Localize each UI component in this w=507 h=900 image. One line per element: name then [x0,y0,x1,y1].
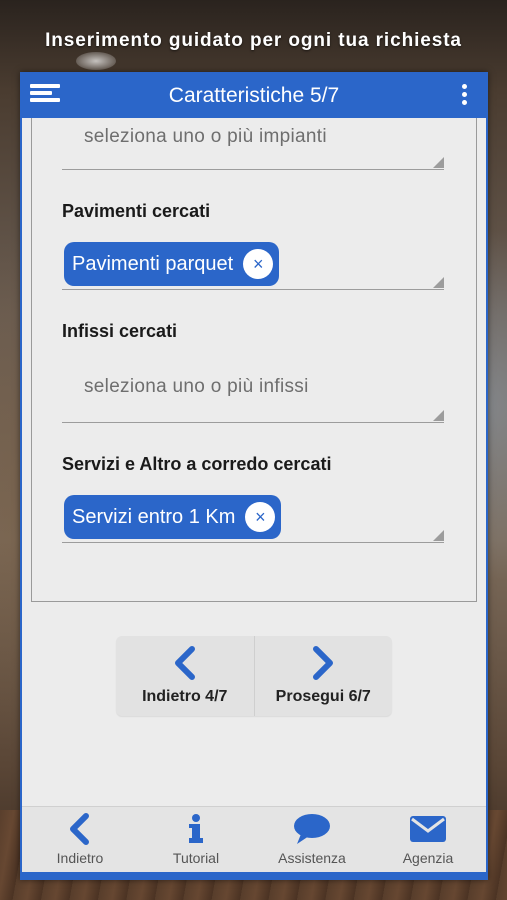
impianti-select[interactable]: seleziona uno o più impianti [62,118,444,170]
app-window: Caratteristiche 5/7 seleziona uno o più … [20,72,488,880]
impianti-placeholder: seleziona uno o più impianti [84,126,327,147]
servizi-select[interactable]: Servizi entro 1 Km × [62,489,444,543]
page-title: Caratteristiche 5/7 [168,84,340,107]
dropdown-triangle-icon [433,277,444,288]
back-step-label: Indietro 4/7 [142,688,228,705]
form-panel: seleziona uno o più impianti Pavimenti c… [31,118,477,602]
chevron-left-icon [174,646,195,680]
tab-assistenza[interactable]: Assistenza [254,807,370,872]
infissi-select[interactable]: seleziona uno o più infissi [62,356,444,423]
next-step-label: Prosegui 6/7 [275,688,371,705]
background-lamp-glow [76,52,116,70]
tab-agenzia[interactable]: Agenzia [370,807,486,872]
promo-headline: Inserimento guidato per ogni tua richies… [45,30,462,51]
info-icon [189,814,203,843]
app-bar: Caratteristiche 5/7 [22,74,486,118]
tab-agenzia-label: Agenzia [402,850,454,866]
back-step-button[interactable]: Indietro 4/7 [116,636,254,716]
servizi-chip: Servizi entro 1 Km × [64,495,282,539]
infissi-placeholder: seleziona uno o più infissi [84,376,309,397]
more-options-icon[interactable] [460,84,468,108]
chevron-right-icon [313,646,334,680]
tab-tutorial[interactable]: Tutorial [138,807,254,872]
dropdown-triangle-icon [433,410,444,421]
pavimenti-label: Pavimenti cercati [62,201,211,221]
dropdown-triangle-icon [433,157,444,168]
remove-chip-icon[interactable]: × [245,502,276,532]
chevron-left-icon [70,813,89,845]
next-step-button[interactable]: Prosegui 6/7 [253,636,393,716]
remove-chip-icon[interactable]: × [243,249,274,279]
menu-icon[interactable] [30,84,60,108]
pavimenti-chip-label: Pavimenti parquet [72,252,234,275]
tab-assistenza-label: Assistenza [278,850,346,866]
tab-indietro[interactable]: Indietro [22,807,138,872]
servizi-chip-label: Servizi entro 1 Km [72,505,236,528]
infissi-label: Infissi cercati [62,321,178,341]
step-navigation: Indietro 4/7 Prosegui 6/7 [116,636,392,716]
dropdown-triangle-icon [433,530,444,541]
pavimenti-select[interactable]: Pavimenti parquet × [62,236,444,290]
bottom-tab-bar: Indietro Tutorial Assistenza Agenzia [22,806,486,878]
chat-bubble-icon [294,814,330,844]
tab-indietro-label: Indietro [56,850,104,866]
servizi-label: Servizi e Altro a corredo cercati [62,454,332,474]
pavimenti-chip: Pavimenti parquet × [64,242,280,286]
tab-tutorial-label: Tutorial [172,850,220,866]
envelope-icon [410,816,446,842]
